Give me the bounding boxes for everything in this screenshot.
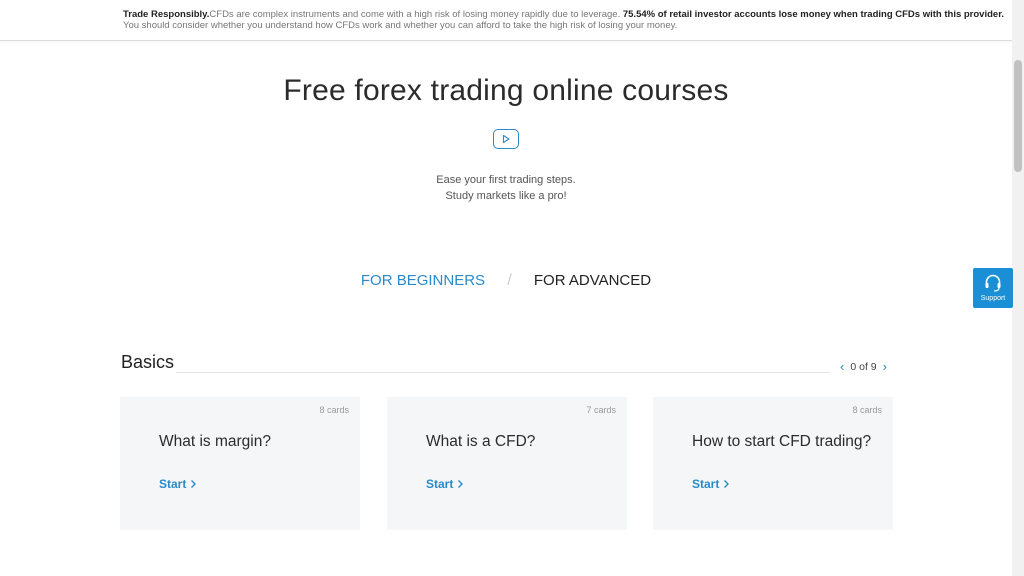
start-button[interactable]: Start — [692, 477, 730, 491]
risk-banner-lead: Trade Responsibly. — [123, 9, 210, 20]
chevron-right-icon — [191, 480, 197, 488]
play-triangle-icon — [502, 134, 510, 144]
page-title: Free forex trading online courses — [283, 74, 729, 107]
card-count: 7 cards — [586, 405, 616, 415]
start-button[interactable]: Start — [426, 477, 464, 491]
subtitle-line-1: Ease your first trading steps. — [436, 174, 576, 186]
risk-banner-percentage: 75.54% of retail investor accounts lose … — [622, 9, 1005, 20]
section-title: Basics — [121, 352, 175, 372]
pager-count: 0 of 9 — [850, 360, 877, 373]
play-icon[interactable] — [493, 129, 519, 149]
course-level-tabs: FOR BEGINNERS / FOR ADVANCED — [0, 272, 1012, 290]
start-label: Start — [159, 477, 187, 491]
start-label: Start — [426, 477, 454, 491]
course-card[interactable]: 8 cards What is margin? Start — [120, 397, 360, 530]
card-count: 8 cards — [319, 405, 349, 415]
risk-banner-text-2: You should consider whether you understa… — [123, 20, 678, 31]
section-divider — [176, 372, 830, 373]
start-button[interactable]: Start — [159, 477, 197, 491]
chevron-right-icon — [458, 480, 464, 488]
risk-banner-text: CFDs are complex instruments and come wi… — [209, 9, 623, 20]
card-count: 8 cards — [852, 405, 882, 415]
chevron-left-icon[interactable]: ‹ — [838, 359, 846, 374]
carousel-pager: ‹ 0 of 9 › — [838, 359, 889, 374]
scrollbar-track[interactable] — [1012, 0, 1024, 576]
hero-subtitle: Ease your first trading steps. Study mar… — [0, 172, 1012, 204]
support-button[interactable]: Support — [973, 268, 1013, 308]
course-card[interactable]: 7 cards What is a CFD? Start — [387, 397, 627, 530]
chevron-right-icon[interactable]: › — [881, 359, 889, 374]
card-title: What is margin? — [159, 433, 271, 450]
chevron-right-icon — [724, 480, 730, 488]
card-title: How to start CFD trading? — [692, 433, 872, 450]
scrollbar-thumb[interactable] — [1014, 60, 1022, 172]
risk-warning-banner: Trade Responsibly.CFDs are complex instr… — [0, 0, 1012, 41]
tab-for-beginners[interactable]: FOR BEGINNERS — [361, 272, 485, 289]
tab-for-advanced[interactable]: FOR ADVANCED — [534, 272, 651, 289]
start-label: Start — [692, 477, 720, 491]
card-title: What is a CFD? — [426, 433, 536, 450]
tab-separator: / — [507, 272, 512, 289]
course-card[interactable]: 8 cards How to start CFD trading? Start — [653, 397, 893, 530]
support-label: Support — [980, 295, 1006, 302]
headset-icon — [985, 274, 1001, 292]
subtitle-line-2: Study markets like a pro! — [445, 190, 567, 202]
